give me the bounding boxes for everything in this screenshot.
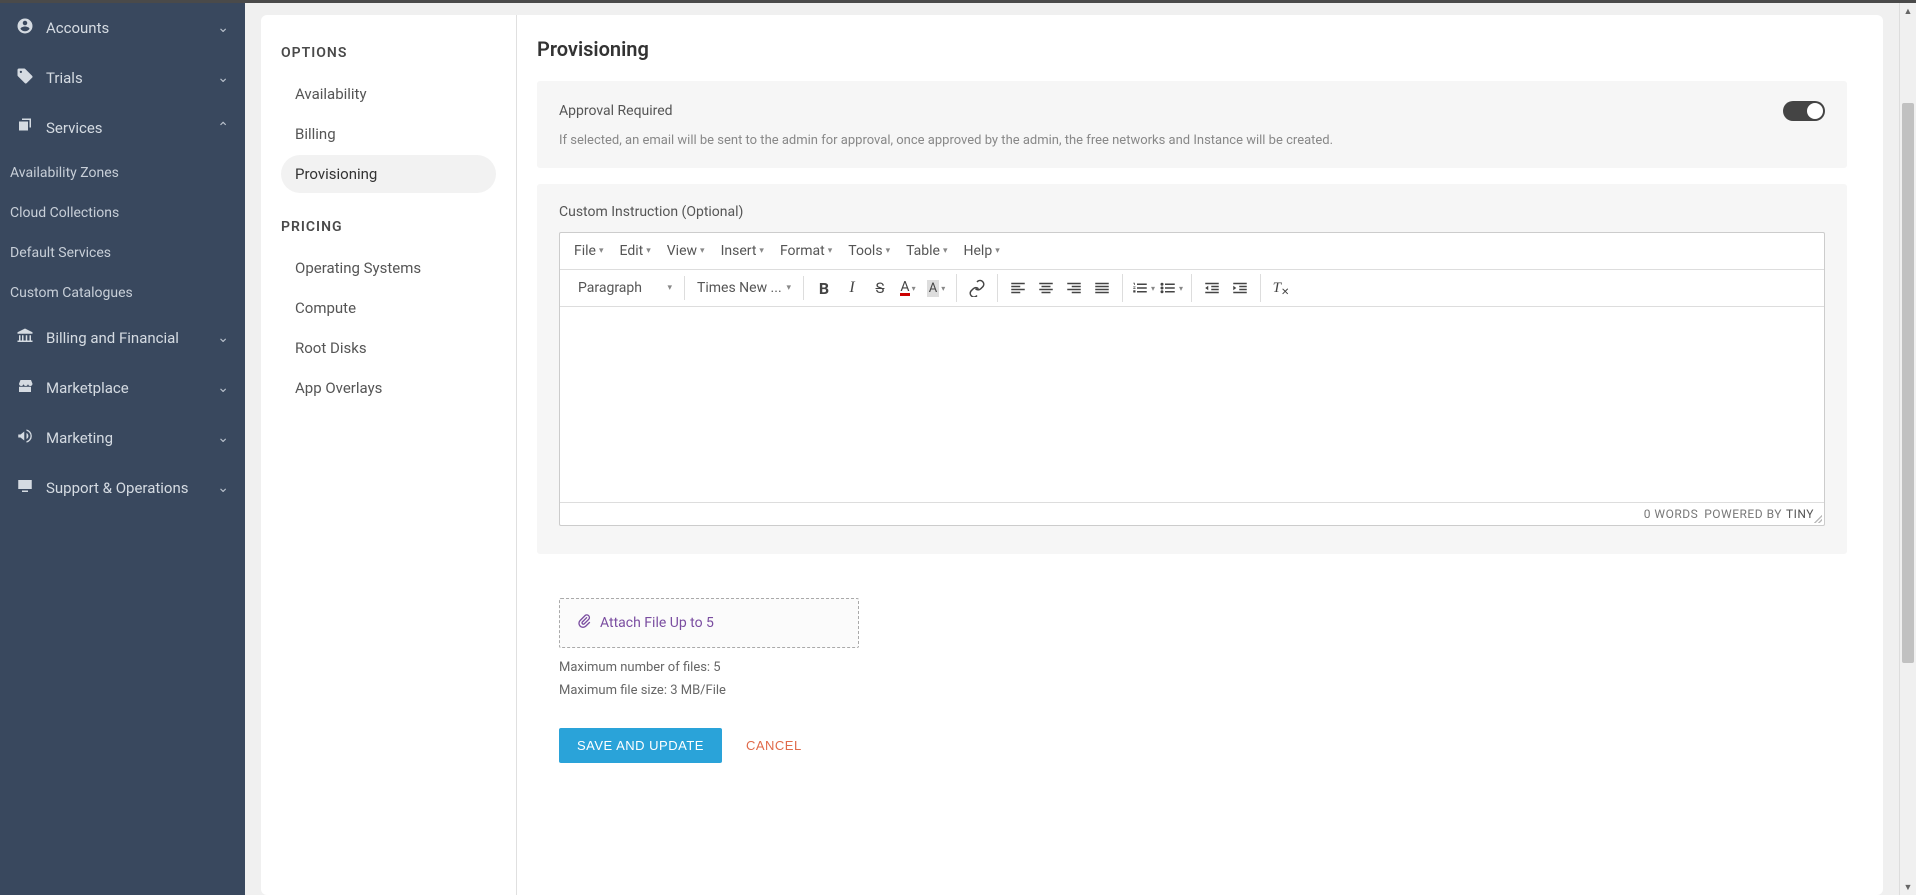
sidebar-item-label: Marketing (46, 429, 113, 447)
align-justify-button[interactable] (1088, 274, 1116, 302)
custom-instruction-label: Custom Instruction (Optional) (559, 204, 1825, 220)
sidebar-item-label: Trials (46, 69, 83, 87)
chevron-down-icon: ⌄ (217, 480, 229, 496)
paperclip-icon (576, 613, 592, 633)
main-area: OPTIONS Availability Billing Provisionin… (245, 3, 1899, 895)
save-button[interactable]: SAVE AND UPDATE (559, 728, 722, 763)
approval-toggle[interactable] (1783, 101, 1825, 121)
editor-menu-edit[interactable]: Edit▾ (614, 239, 657, 263)
pricing-app-overlays[interactable]: App Overlays (281, 369, 496, 407)
scroll-up-arrow-icon[interactable]: ▲ (1900, 3, 1916, 19)
sidebar-item-trials[interactable]: Trials ⌄ (0, 53, 245, 103)
sidebar-item-label: Billing and Financial (46, 329, 179, 347)
attach-section: Attach File Up to 5 Maximum number of fi… (537, 570, 1847, 708)
italic-button[interactable]: I (838, 274, 866, 302)
sidebar-item-label: Support & Operations (46, 479, 189, 497)
sidebar-item-marketing[interactable]: Marketing ⌄ (0, 413, 245, 463)
editor-toolbar: Paragraph▾ Times New ...▾ B I S A▾ A▾ (560, 270, 1824, 307)
pricing-heading: PRICING (281, 219, 496, 235)
bold-button[interactable]: B (810, 274, 838, 302)
editor-statusbar: 0 WORDS POWERED BY TINY (560, 502, 1824, 525)
max-files-info: Maximum number of files: 5 (559, 660, 1825, 675)
attach-file-button[interactable]: Attach File Up to 5 (559, 598, 859, 648)
sidebar-item-support-operations[interactable]: Support & Operations ⌄ (0, 463, 245, 513)
approval-section: Approval Required If selected, an email … (537, 81, 1847, 168)
rich-text-editor: File▾ Edit▾ View▾ Insert▾ Format▾ Tools▾… (559, 232, 1825, 526)
scroll-down-arrow-icon[interactable]: ▼ (1900, 879, 1916, 895)
editor-menubar: File▾ Edit▾ View▾ Insert▾ Format▾ Tools▾… (560, 233, 1824, 270)
max-size-info: Maximum file size: 3 MB/File (559, 683, 1825, 698)
sidebar-item-label: Services (46, 119, 103, 137)
sidebar-item-marketplace[interactable]: Marketplace ⌄ (0, 363, 245, 413)
megaphone-icon (16, 427, 34, 449)
editor-menu-table[interactable]: Table▾ (900, 239, 953, 263)
chevron-down-icon: ⌄ (217, 20, 229, 36)
editor-menu-help[interactable]: Help▾ (958, 239, 1006, 263)
custom-instruction-section: Custom Instruction (Optional) File▾ Edit… (537, 184, 1847, 554)
link-button[interactable] (963, 274, 991, 302)
sidebar: Accounts ⌄ Trials ⌄ Services ⌃ Availabil… (0, 3, 245, 895)
editor-paragraph-select[interactable]: Paragraph▾ (572, 276, 678, 300)
editor-powered-label: POWERED BY (1704, 507, 1782, 521)
editor-menu-tools[interactable]: Tools▾ (842, 239, 896, 263)
strikethrough-button[interactable]: S (866, 274, 894, 302)
options-panel: OPTIONS Availability Billing Provisionin… (261, 15, 517, 895)
content-panel: Provisioning Approval Required If select… (517, 15, 1883, 895)
store-icon (16, 377, 34, 399)
editor-body[interactable] (560, 307, 1824, 502)
options-heading: OPTIONS (281, 45, 496, 61)
layers-icon (16, 117, 34, 139)
attach-label: Attach File Up to 5 (600, 615, 714, 631)
editor-wordcount: 0 WORDS (1644, 507, 1699, 521)
sidebar-sub-availability-zones[interactable]: Availability Zones (0, 153, 245, 193)
scroll-thumb[interactable] (1902, 103, 1914, 663)
chevron-down-icon: ⌄ (217, 70, 229, 86)
pricing-operating-systems[interactable]: Operating Systems (281, 249, 496, 287)
approval-description: If selected, an email will be sent to th… (559, 133, 1825, 148)
form-actions: SAVE AND UPDATE CANCEL (537, 708, 1847, 763)
monitor-icon (16, 477, 34, 499)
sidebar-item-billing-financial[interactable]: Billing and Financial ⌄ (0, 313, 245, 363)
sidebar-item-accounts[interactable]: Accounts ⌄ (0, 3, 245, 53)
sidebar-sub-cloud-collections[interactable]: Cloud Collections (0, 193, 245, 233)
clear-formatting-button[interactable]: T✕ (1267, 274, 1295, 302)
tag-icon (16, 67, 34, 89)
text-color-button[interactable]: A▾ (894, 274, 922, 302)
chevron-down-icon: ⌄ (217, 330, 229, 346)
option-billing[interactable]: Billing (281, 115, 496, 153)
outdent-button[interactable] (1198, 274, 1226, 302)
align-center-button[interactable] (1032, 274, 1060, 302)
resize-grip-icon[interactable] (1812, 513, 1822, 523)
option-availability[interactable]: Availability (281, 75, 496, 113)
bank-icon (16, 327, 34, 349)
sidebar-item-services[interactable]: Services ⌃ (0, 103, 245, 153)
sidebar-sub-custom-catalogues[interactable]: Custom Catalogues (0, 273, 245, 313)
sidebar-sub-default-services[interactable]: Default Services (0, 233, 245, 273)
bullet-list-button[interactable]: ▾ (1157, 274, 1185, 302)
chevron-down-icon: ⌄ (217, 430, 229, 446)
indent-button[interactable] (1226, 274, 1254, 302)
cancel-button[interactable]: CANCEL (746, 738, 802, 753)
user-circle-icon (16, 17, 34, 39)
sidebar-item-label: Accounts (46, 19, 109, 37)
pricing-root-disks[interactable]: Root Disks (281, 329, 496, 367)
editor-menu-format[interactable]: Format▾ (774, 239, 838, 263)
editor-font-select[interactable]: Times New ...▾ (691, 276, 797, 300)
pricing-compute[interactable]: Compute (281, 289, 496, 327)
page-title: Provisioning (537, 37, 1847, 61)
option-provisioning[interactable]: Provisioning (281, 155, 496, 193)
editor-menu-view[interactable]: View▾ (661, 239, 711, 263)
background-color-button[interactable]: A▾ (922, 274, 950, 302)
editor-menu-file[interactable]: File▾ (568, 239, 610, 263)
chevron-up-icon: ⌃ (217, 120, 229, 136)
editor-menu-insert[interactable]: Insert▾ (715, 239, 770, 263)
editor-tiny-link[interactable]: TINY (1786, 507, 1814, 521)
sidebar-item-label: Marketplace (46, 379, 129, 397)
approval-label: Approval Required (559, 103, 673, 119)
ordered-list-button[interactable]: ▾ (1129, 274, 1157, 302)
chevron-down-icon: ⌄ (217, 380, 229, 396)
page-scrollbar[interactable]: ▲ ▼ (1899, 3, 1916, 895)
align-right-button[interactable] (1060, 274, 1088, 302)
align-left-button[interactable] (1004, 274, 1032, 302)
